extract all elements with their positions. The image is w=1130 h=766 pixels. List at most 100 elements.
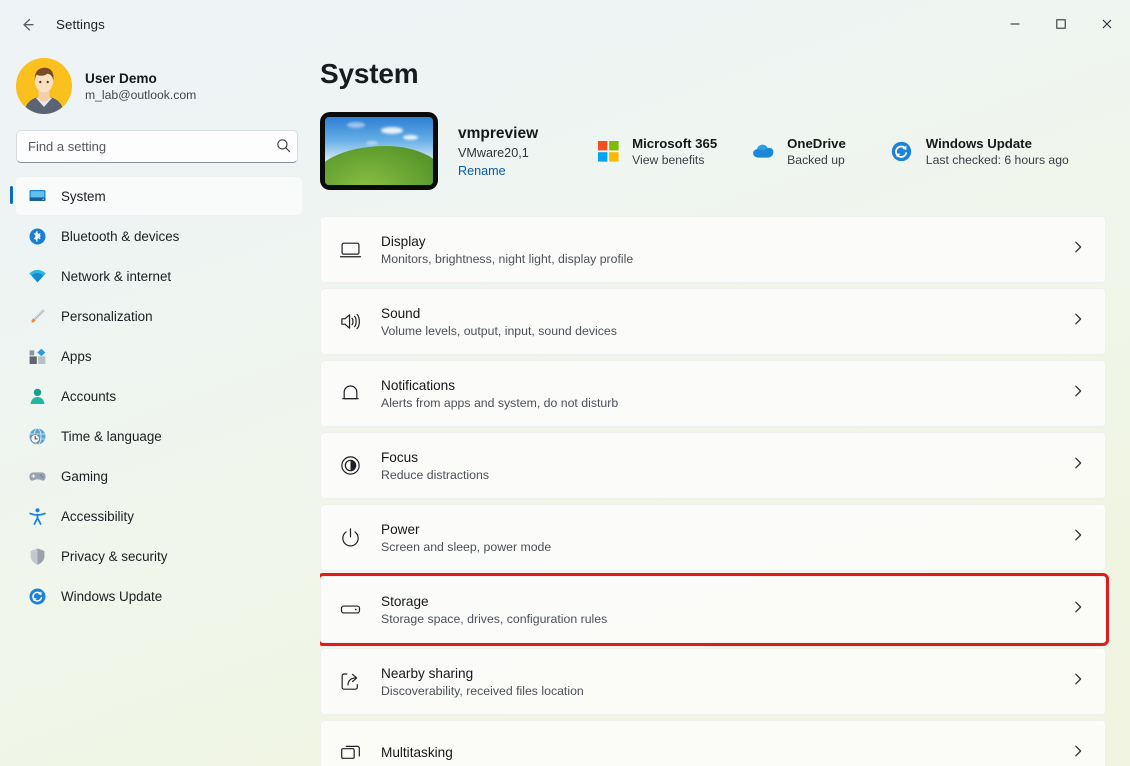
main-content: System vmpreview VMware20,1 Rename Micro…	[320, 48, 1130, 766]
status-card-text: OneDrive Backed up	[787, 136, 846, 167]
window-titlebar: Settings	[0, 0, 1130, 48]
status-card-microsoft-365[interactable]: Microsoft 365 View benefits	[588, 130, 725, 173]
chevron-right-icon	[1071, 384, 1087, 403]
sidebar-item-accessibility[interactable]: Accessibility	[16, 497, 302, 535]
settings-row-subtitle: Reduce distractions	[381, 467, 489, 482]
search-input[interactable]	[16, 130, 298, 163]
settings-row-subtitle: Volume levels, output, input, sound devi…	[381, 323, 617, 338]
apps-grid-icon	[28, 347, 47, 366]
avatar	[16, 58, 72, 114]
sidebar-item-system[interactable]: System	[10, 177, 302, 215]
rename-link[interactable]: Rename	[458, 164, 506, 178]
status-card-subtitle: Backed up	[787, 152, 845, 167]
paintbrush-icon	[28, 307, 47, 326]
app-shell: User Demo m_lab@outlook.com Find a setti…	[0, 48, 1130, 766]
sidebar-item-label: Personalization	[61, 308, 153, 324]
chevron-right-icon	[1071, 600, 1087, 619]
status-card-title: OneDrive	[787, 135, 846, 151]
account-name: User Demo	[85, 70, 157, 86]
sidebar-item-label: Time & language	[61, 428, 162, 444]
settings-row-title: Display	[381, 233, 426, 249]
sidebar-item-personalization[interactable]: Personalization	[16, 297, 302, 335]
sidebar-item-time-language[interactable]: Time & language	[16, 417, 302, 455]
sidebar-item-privacy-security[interactable]: Privacy & security	[16, 537, 302, 575]
sidebar-item-label: Apps	[61, 348, 92, 364]
status-card-title: Microsoft 365	[632, 135, 718, 151]
sidebar-item-label: Gaming	[61, 468, 108, 484]
display-monitor-icon	[337, 237, 363, 263]
minimize-button[interactable]	[992, 0, 1038, 48]
sidebar-nav: System Bluetooth & devices Network & int…	[0, 177, 320, 617]
sidebar-item-windows-update[interactable]: Windows Update	[16, 577, 302, 615]
status-card-title: Windows Update	[925, 135, 1032, 151]
bluetooth-icon	[28, 227, 47, 246]
sidebar-item-bluetooth-devices[interactable]: Bluetooth & devices	[16, 217, 302, 255]
device-wallpaper-thumbnail	[320, 112, 438, 190]
account-card[interactable]: User Demo m_lab@outlook.com	[0, 48, 320, 130]
sidebar-item-gaming[interactable]: Gaming	[16, 457, 302, 495]
onedrive-cloud-icon	[751, 139, 775, 163]
sidebar-item-label: Bluetooth & devices	[61, 228, 180, 244]
settings-row-title: Notifications	[381, 377, 456, 393]
settings-row-title: Nearby sharing	[381, 665, 474, 681]
settings-row-subtitle: Discoverability, received files location	[381, 683, 584, 698]
close-button[interactable]	[1084, 0, 1130, 48]
settings-row-subtitle: Monitors, brightness, night light, displ…	[381, 251, 634, 266]
sidebar-item-apps[interactable]: Apps	[16, 337, 302, 375]
wallpaper-image	[325, 117, 433, 185]
shield-icon	[28, 547, 47, 566]
back-button[interactable]	[10, 8, 44, 40]
monitor-icon	[28, 187, 47, 206]
device-info: vmpreview VMware20,1 Rename	[458, 125, 538, 178]
sidebar-item-accounts[interactable]: Accounts	[16, 377, 302, 415]
share-icon	[337, 669, 363, 695]
gamepad-icon	[28, 467, 47, 486]
status-card-onedrive[interactable]: OneDrive Backed up	[743, 130, 854, 173]
accessibility-icon	[28, 507, 47, 526]
power-icon	[337, 525, 363, 551]
multitasking-icon	[337, 741, 363, 766]
settings-list: Display Monitors, brightness, night ligh…	[320, 216, 1109, 766]
settings-row-text: Focus Reduce distractions	[381, 450, 1053, 482]
maximize-button[interactable]	[1038, 0, 1084, 48]
update-sync-icon	[28, 587, 47, 606]
settings-row-title: Sound	[381, 305, 421, 321]
sidebar-item-network-internet[interactable]: Network & internet	[16, 257, 302, 295]
settings-row-title: Storage	[381, 593, 429, 609]
settings-row-text: Display Monitors, brightness, night ligh…	[381, 234, 1053, 266]
account-text: User Demo m_lab@outlook.com	[85, 71, 196, 102]
settings-row-power[interactable]: Power Screen and sleep, power mode	[320, 504, 1106, 571]
person-icon	[28, 387, 47, 406]
clock-globe-icon	[28, 427, 47, 446]
sidebar-item-label: Accessibility	[61, 508, 134, 524]
settings-row-subtitle: Storage space, drives, configuration rul…	[381, 611, 608, 626]
settings-row-nearby-sharing[interactable]: Nearby sharing Discoverability, received…	[320, 648, 1106, 715]
chevron-right-icon	[1071, 456, 1087, 475]
settings-row-notifications[interactable]: Notifications Alerts from apps and syste…	[320, 360, 1106, 427]
sidebar-item-label: Network & internet	[61, 268, 172, 284]
settings-row-sound[interactable]: Sound Volume levels, output, input, soun…	[320, 288, 1106, 355]
user-avatar-icon	[16, 58, 72, 114]
chevron-right-icon	[1071, 528, 1087, 547]
close-icon	[1102, 19, 1112, 29]
status-card-subtitle: View benefits	[632, 152, 705, 167]
bell-icon	[337, 381, 363, 407]
chevron-right-icon	[1071, 744, 1087, 763]
status-card-windows-update[interactable]: Windows Update Last checked: 6 hours ago	[882, 130, 1077, 173]
app-title: Settings	[56, 16, 105, 32]
page-title: System	[320, 58, 419, 89]
window-controls	[992, 0, 1130, 48]
settings-row-text: Storage Storage space, drives, configura…	[381, 594, 1053, 626]
settings-row-display[interactable]: Display Monitors, brightness, night ligh…	[320, 216, 1106, 283]
settings-row-title: Focus	[381, 449, 419, 465]
settings-row-subtitle: Screen and sleep, power mode	[381, 539, 552, 554]
settings-row-storage[interactable]: Storage Storage space, drives, configura…	[320, 573, 1109, 646]
sidebar-item-label: System	[61, 188, 106, 204]
settings-row-text: Power Screen and sleep, power mode	[381, 522, 1053, 554]
settings-row-focus[interactable]: Focus Reduce distractions	[320, 432, 1106, 499]
chevron-right-icon	[1071, 672, 1087, 691]
sidebar: User Demo m_lab@outlook.com Find a setti…	[0, 48, 320, 766]
settings-row-multitasking[interactable]: Multitasking	[320, 720, 1106, 766]
device-model: VMware20,1	[458, 145, 529, 160]
speaker-icon	[337, 309, 363, 335]
